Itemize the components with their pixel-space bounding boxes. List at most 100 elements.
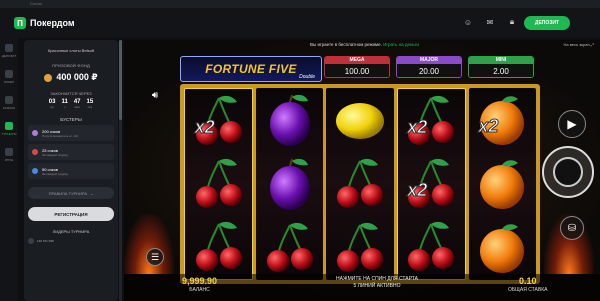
booster-icon <box>32 130 38 136</box>
tournament-title: Красочные слоты Betsoft <box>47 48 95 53</box>
nav-item-casino[interactable]: КАЗИНО <box>0 90 18 116</box>
game-logo: FORTUNE FIVE Double <box>180 56 322 82</box>
multiplier-x2: x2 <box>478 116 499 137</box>
panel-scrollbar[interactable] <box>119 40 122 301</box>
timer-unit: дн <box>50 105 54 109</box>
game-logo-subtitle: Double <box>299 74 315 80</box>
autoplay-button[interactable]: ▶ <box>558 110 586 138</box>
total-bet-display: 0.10 ОБЩАЯ СТАВКА <box>508 276 547 293</box>
coin-icon <box>44 73 53 82</box>
nav-item-label: КАЗИНО <box>2 106 16 110</box>
reel-4: x2 x2 <box>396 88 466 280</box>
leaders-label: ЛИДЕРЫ ТУРНИРА <box>52 229 90 234</box>
trophy-icon <box>5 122 13 130</box>
cherry-symbol <box>262 219 318 277</box>
flames-left-decoration <box>124 214 174 274</box>
left-navigation: ДЕПОЗИТ ПОКЕР КАЗИНО ТУРНИРЫ ИГРЫ <box>0 38 18 301</box>
avatar-icon[interactable]: ☺ <box>462 16 474 28</box>
reel-1: x2 <box>184 88 254 280</box>
cherry-symbol <box>403 218 459 276</box>
reel-3 <box>326 88 394 280</box>
gamepad-icon <box>5 148 13 156</box>
timer-unit: ч <box>63 105 66 109</box>
timer-unit: сек <box>87 105 93 109</box>
leader-row: 140 971 998 <box>28 237 114 245</box>
deposit-button[interactable]: ДЕПОЗИТ <box>524 16 570 30</box>
multiplier-x2: x2 <box>194 116 215 137</box>
jackpot-value: 20.00 <box>397 64 461 77</box>
timer-unit: мин <box>74 105 80 109</box>
multiplier-x2: x2 <box>407 116 428 137</box>
tournament-rules-button[interactable]: ПРАВИЛА ТУРНИРА ⌄ <box>28 187 114 199</box>
cards-icon <box>5 70 13 78</box>
jackpot-name: MEGA <box>325 57 389 64</box>
browser-tab-text[interactable]: Слоты <box>30 1 42 6</box>
balance-label: БАЛАНС <box>189 287 210 293</box>
lock-icon[interactable]: 🔒︎ <box>506 16 518 28</box>
cherry-symbol: x2 <box>191 92 247 150</box>
booster-icon <box>32 149 38 155</box>
boosters-label: БУСТЕРЫ <box>60 117 82 122</box>
fullscreen-label: На весь экран <box>563 42 590 47</box>
scrollbar-thumb[interactable] <box>119 40 122 120</box>
site-logo[interactable]: П Покердом <box>14 17 75 29</box>
coins-icon: ⛁ <box>567 222 577 234</box>
nav-item-tournaments[interactable]: ТУРНИРЫ <box>0 116 18 142</box>
booster-icon <box>32 168 38 174</box>
booster-desc: Получи множитель от x10 <box>42 133 78 138</box>
nav-item-deposit[interactable]: ДЕПОЗИТ <box>0 38 18 64</box>
tournament-panel: Красочные слоты Betsoft ПРИЗОВОЙ ФОНД 40… <box>24 40 118 301</box>
nav-item-label: ДЕПОЗИТ <box>1 54 17 58</box>
jackpot-mini: MINI 2.00 <box>468 56 534 78</box>
status-line-2: 5 ЛИНИЙ АКТИВНО <box>353 283 401 289</box>
jackpot-name: MINI <box>469 57 533 64</box>
cherry-symbol: x2 <box>403 92 459 150</box>
game-frame: Вы играете в бесплатном режиме. Играть н… <box>124 40 600 301</box>
nav-item-label: ТУРНИРЫ <box>1 132 17 136</box>
status-line-1: НАЖМИТЕ НА СПИН ДЛЯ СТАРТА <box>336 276 418 282</box>
plum-symbol <box>262 155 318 213</box>
booster-item: 25 очков За каждый подряд <box>28 144 114 160</box>
plum-symbol <box>262 91 318 149</box>
bet-label: ОБЩАЯ СТАВКА <box>508 287 548 293</box>
reel-5: x2 <box>468 88 537 280</box>
nav-item-label: ПОКЕР <box>3 80 15 84</box>
nav-item-poker[interactable]: ПОКЕР <box>0 64 18 90</box>
nav-item-label: ИГРЫ <box>4 158 14 162</box>
timer-seconds: 15 сек <box>87 99 94 109</box>
bet-value: 0.10 <box>518 276 537 286</box>
spin-button[interactable] <box>542 146 594 198</box>
timer-hours: 11 ч <box>61 99 67 109</box>
menu-icon[interactable]: ☰ <box>146 248 164 266</box>
balance-value: 9,999.90 <box>182 276 218 286</box>
browser-tab-strip: Слоты <box>0 0 600 8</box>
logo-mark-icon: П <box>14 17 26 29</box>
fullscreen-button[interactable]: На весь экран ⤢ <box>564 42 595 47</box>
cherry-symbol <box>332 219 388 277</box>
timer-minutes: 47 мин <box>74 99 81 109</box>
lemon-symbol <box>332 91 388 149</box>
nav-item-games[interactable]: ИГРЫ <box>0 142 18 168</box>
play-icon: ▶ <box>567 117 577 131</box>
free-mode-notice: Вы играете в бесплатном режиме. Играть н… <box>310 42 419 47</box>
countdown-timer: 03 дн 11 ч 47 мин 15 сек <box>24 99 118 109</box>
site-header: П Покердом ☺ ✉ 🔒︎ 👤︎ ДЕПОЗИТ <box>0 8 600 38</box>
rules-label: ПРАВИЛА ТУРНИРА <box>48 190 87 196</box>
register-button[interactable]: РЕГИСТРАЦИЯ <box>28 207 114 221</box>
sound-toggle-icon[interactable]: 🔊︎ <box>146 86 164 104</box>
orange-symbol <box>474 219 530 277</box>
multiplier-x2: x2 <box>407 179 428 200</box>
ends-in-label: ЗАКОНЧИТСЯ ЧЕРЕЗ <box>50 91 92 96</box>
jackpot-value: 100.00 <box>325 64 389 77</box>
gift-icon[interactable]: ✉ <box>484 16 496 28</box>
booster-desc: За каждый подряд <box>42 152 68 157</box>
cherry-symbol <box>191 218 247 276</box>
logo-text: Покердом <box>30 18 75 28</box>
game-bottom-bar: 9,999.90 БАЛАНС НАЖМИТЕ НА СПИН ДЛЯ СТАР… <box>124 274 600 301</box>
play-for-money-link[interactable]: Играть на деньги <box>383 42 419 47</box>
status-message: НАЖМИТЕ НА СПИН ДЛЯ СТАРТА 5 ЛИНИЙ АКТИВ… <box>312 276 442 290</box>
prize-pool: 400 000 ₽ <box>24 72 118 83</box>
bet-coins-button[interactable]: ⛁ <box>560 216 584 240</box>
game-logo-title: FORTUNE FIVE <box>205 62 297 76</box>
spin-arrows-icon <box>553 157 583 187</box>
